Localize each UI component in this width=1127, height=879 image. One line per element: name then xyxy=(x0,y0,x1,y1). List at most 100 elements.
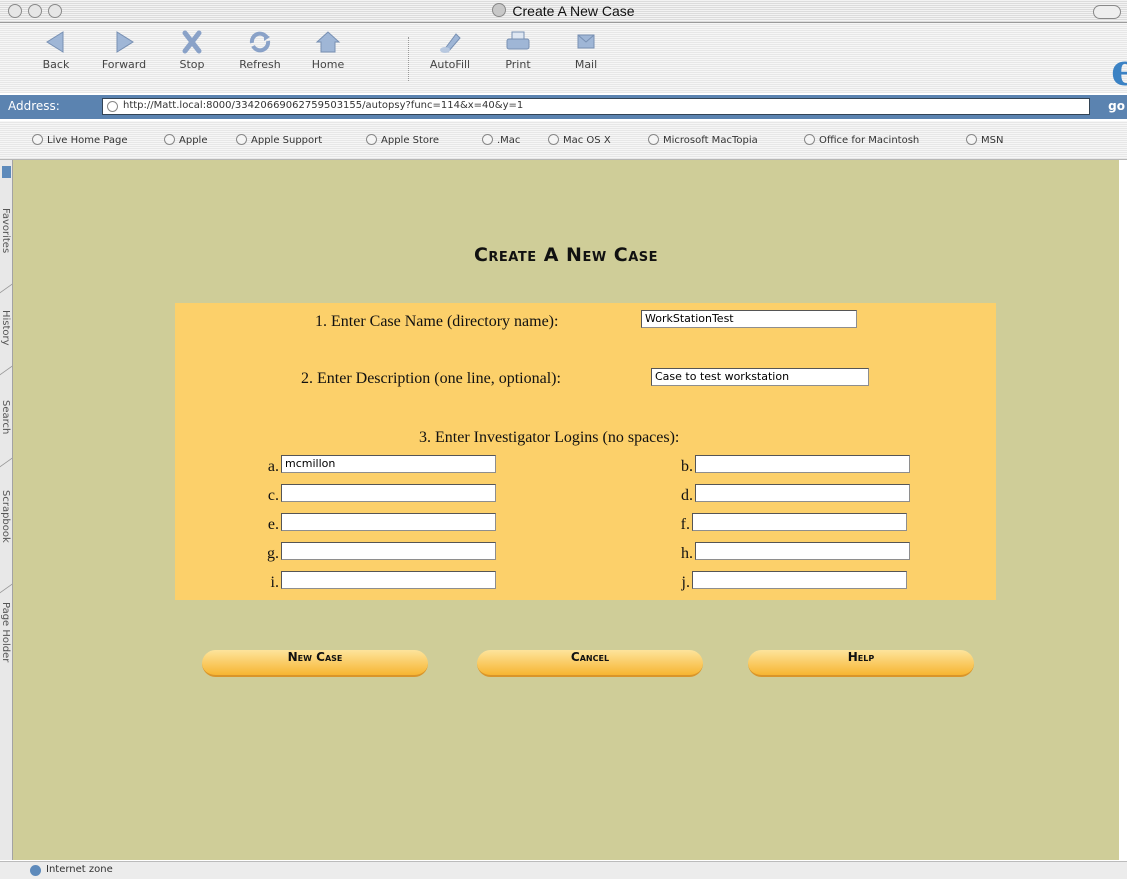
autofill-icon xyxy=(440,33,461,53)
toolbar-toggle-button[interactable] xyxy=(1093,5,1121,19)
login-input-h[interactable] xyxy=(695,542,910,560)
favorite-link-mac[interactable]: .Mac xyxy=(482,134,520,146)
favorite-globe-icon xyxy=(966,134,977,145)
description-input[interactable]: Case to test workstation xyxy=(651,368,869,386)
login-input-g[interactable] xyxy=(281,542,496,560)
case-name-label: 1. Enter Case Name (directory name): xyxy=(315,313,559,330)
favorite-globe-icon xyxy=(164,134,175,145)
explorer-bar-icon xyxy=(2,166,11,178)
internet-zone-icon xyxy=(30,865,41,876)
logins-label: 3. Enter Investigator Logins (no spaces)… xyxy=(419,429,680,446)
favorite-label: Office for Macintosh xyxy=(819,135,920,146)
mail-button[interactable]: Mail xyxy=(552,29,620,71)
window-titlebar: Create A New Case xyxy=(0,0,1127,23)
tab-history[interactable]: History xyxy=(0,310,11,346)
favorite-link-apple-store[interactable]: Apple Store xyxy=(366,134,439,146)
favorites-bar: Live Home Page Apple Apple Support Apple… xyxy=(0,121,1127,160)
login-input-e[interactable] xyxy=(281,513,496,531)
mail-label: Mail xyxy=(574,58,598,71)
refresh-label: Refresh xyxy=(239,58,281,71)
autofill-button[interactable]: AutoFill xyxy=(416,29,484,71)
back-arrow-icon xyxy=(46,31,64,53)
back-button[interactable]: Back xyxy=(22,29,90,71)
status-text: Internet zone xyxy=(46,864,113,875)
home-label: Home xyxy=(311,58,345,71)
internet-explorer-logo: e xyxy=(1111,45,1127,96)
forward-arrow-icon xyxy=(116,31,134,53)
go-button[interactable]: go xyxy=(1108,99,1125,113)
login-label-j: j. xyxy=(681,574,690,591)
login-label-h: h. xyxy=(681,545,693,562)
favorite-link-mac-os-x[interactable]: Mac OS X xyxy=(548,134,611,146)
favorite-globe-icon xyxy=(548,134,559,145)
explorer-bar-tabs: Favorites History Search Scrapbook Page … xyxy=(0,160,13,860)
login-label-a: a. xyxy=(267,458,279,475)
favorite-globe-icon xyxy=(32,134,43,145)
favorite-label: Apple Store xyxy=(381,135,440,146)
favorite-globe-icon xyxy=(804,134,815,145)
stop-button[interactable]: Stop xyxy=(158,29,226,71)
home-button[interactable]: Home xyxy=(294,29,362,71)
refresh-button[interactable]: Refresh xyxy=(226,29,294,71)
login-input-b[interactable] xyxy=(695,455,910,473)
login-input-c[interactable] xyxy=(281,484,496,502)
favorite-label: Microsoft MacTopia xyxy=(663,135,758,146)
login-label-b: b. xyxy=(681,458,693,475)
print-icon xyxy=(506,31,530,50)
stop-icon xyxy=(182,30,202,54)
description-label: 2. Enter Description (one line, optional… xyxy=(301,370,561,387)
help-button[interactable]: Help xyxy=(748,650,974,677)
page-content: Create A New Case 1. Enter Case Name (di… xyxy=(13,160,1119,860)
login-input-j[interactable] xyxy=(692,571,907,589)
cancel-button[interactable]: Cancel xyxy=(477,650,703,677)
print-label: Print xyxy=(505,58,531,71)
tab-search[interactable]: Search xyxy=(0,400,11,434)
tab-page-holder[interactable]: Page Holder xyxy=(0,602,11,662)
forward-label: Forward xyxy=(101,58,147,71)
address-label: Address: xyxy=(8,99,60,113)
login-input-d[interactable] xyxy=(695,484,910,502)
favorite-globe-icon xyxy=(236,134,247,145)
new-case-button[interactable]: New Case xyxy=(202,650,428,677)
page-document-icon xyxy=(492,3,507,17)
login-label-i: i. xyxy=(270,574,279,591)
favorite-link-apple[interactable]: Apple xyxy=(164,134,207,146)
favorite-link-msn[interactable]: MSN xyxy=(966,134,1003,146)
favorite-globe-icon xyxy=(648,134,659,145)
login-input-f[interactable] xyxy=(692,513,907,531)
favorite-globe-icon xyxy=(366,134,377,145)
tab-divider xyxy=(0,273,12,294)
new-case-form: 1. Enter Case Name (directory name): Wor… xyxy=(175,303,996,600)
print-button[interactable]: Print xyxy=(484,29,552,71)
favorite-link-apple-support[interactable]: Apple Support xyxy=(236,134,322,146)
favorite-label: Apple xyxy=(179,135,208,146)
favorite-label: Mac OS X xyxy=(563,135,611,146)
tab-favorites[interactable]: Favorites xyxy=(0,208,11,253)
window-title: Create A New Case xyxy=(512,3,635,19)
forward-button[interactable]: Forward xyxy=(90,29,158,71)
case-name-input[interactable]: WorkStationTest xyxy=(641,310,857,328)
login-label-f: f. xyxy=(680,516,690,533)
login-label-e: e. xyxy=(267,516,279,533)
favorite-globe-icon xyxy=(482,134,493,145)
favorite-link-office-for-macintosh[interactable]: Office for Macintosh xyxy=(804,134,919,146)
refresh-icon xyxy=(249,31,271,53)
favorite-link-microsoft-mactopia[interactable]: Microsoft MacTopia xyxy=(648,134,758,146)
login-label-c: c. xyxy=(267,487,279,504)
autofill-label: AutoFill xyxy=(429,58,471,71)
favorite-label: Apple Support xyxy=(251,135,323,146)
address-url[interactable]: http://Matt.local:8000/33420669062759503… xyxy=(123,100,523,111)
stop-label: Stop xyxy=(179,58,205,71)
login-label-g: g. xyxy=(267,545,279,562)
login-input-i[interactable] xyxy=(281,571,496,589)
favorite-label: Live Home Page xyxy=(47,135,128,146)
page-globe-icon xyxy=(107,101,118,112)
login-label-d: d. xyxy=(681,487,693,504)
home-icon xyxy=(315,31,341,53)
tab-scrapbook[interactable]: Scrapbook xyxy=(0,490,11,543)
favorite-label: MSN xyxy=(981,135,1004,146)
favorite-link-live-home-page[interactable]: Live Home Page xyxy=(32,134,128,146)
login-input-a[interactable]: mcmillon xyxy=(281,455,496,473)
address-bar: Address: http://Matt.local:8000/33420669… xyxy=(0,95,1127,119)
address-field[interactable]: http://Matt.local:8000/33420669062759503… xyxy=(102,98,1090,115)
